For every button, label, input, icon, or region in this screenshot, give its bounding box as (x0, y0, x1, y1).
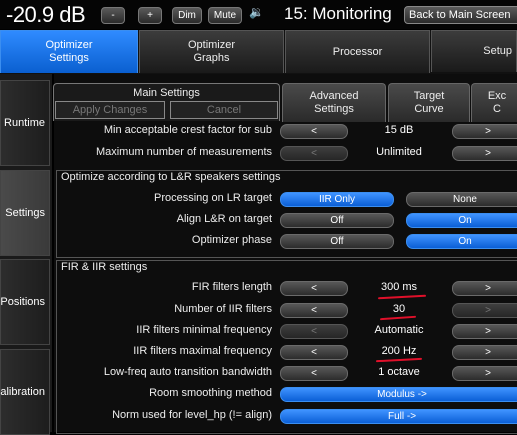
dim-button[interactable]: Dim (172, 7, 202, 24)
apply-changes-button[interactable]: Apply Changes (55, 101, 165, 119)
speaker-icon[interactable]: 🔉 (249, 5, 264, 19)
max-measurements-decrease-button[interactable]: < (280, 146, 348, 161)
max-measurements-value: Unlimited (376, 146, 422, 158)
tab-setup[interactable]: Setup (431, 30, 517, 72)
norm-level-label: Norm used for level_hp (!= align) (112, 409, 272, 421)
iir-count-decrease-button[interactable]: < (280, 303, 348, 318)
iir-max-freq-increase-button[interactable]: > (452, 345, 517, 360)
processing-iir-only-option[interactable]: IIR Only (280, 192, 394, 207)
transition-bandwidth-increase-button[interactable]: > (452, 366, 517, 381)
tab-optimizer-graphs[interactable]: Optimizer Graphs (139, 30, 284, 73)
subtab-excursion[interactable]: Exc C (471, 83, 517, 122)
fir-length-increase-button[interactable]: > (452, 281, 517, 296)
subtab-advanced-settings[interactable]: Advanced Settings (282, 83, 386, 122)
mute-button[interactable]: Mute (208, 7, 242, 24)
align-lr-label: Align L&R on target (176, 213, 272, 225)
optimizer-phase-off-option[interactable]: Off (280, 234, 394, 249)
fir-length-value: 300 ms (380, 281, 418, 293)
sidebar-item-calibration[interactable]: Calibration (0, 349, 50, 435)
room-smoothing-select[interactable]: Modulus -> (280, 387, 517, 402)
processing-none-option[interactable]: None (406, 192, 517, 207)
iir-count-value: 30 (392, 303, 406, 315)
tab-processor[interactable]: Processor (285, 30, 430, 73)
crest-factor-label: Min acceptable crest factor for sub (103, 124, 272, 136)
transition-bandwidth-label: Low-freq auto transition bandwidth (103, 366, 272, 378)
iir-max-freq-value: 200 Hz (381, 345, 417, 357)
fir-length-label: FIR filters length (191, 281, 272, 293)
align-lr-off-option[interactable]: Off (280, 213, 394, 228)
subtab-target-curve[interactable]: Target Curve (388, 83, 470, 122)
crest-factor-increase-button[interactable]: > (452, 124, 517, 139)
sidebar-item-positions[interactable]: Positions (0, 259, 50, 345)
room-smoothing-label: Room smoothing method (149, 387, 272, 399)
iir-max-freq-label: IIR filters maximal frequency (133, 345, 272, 357)
iir-min-freq-increase-button[interactable]: > (452, 324, 517, 339)
sidebar-item-runtime[interactable]: Runtime (0, 80, 50, 166)
align-lr-on-option[interactable]: On (406, 213, 517, 228)
volume-up-button[interactable]: + (138, 7, 162, 24)
volume-down-button[interactable]: - (101, 7, 125, 24)
sidebar-item-settings[interactable]: Settings (0, 170, 50, 256)
tab-optimizer-settings[interactable]: Optimizer Settings (0, 30, 138, 73)
volume-readout: -20.9 dB (6, 2, 86, 27)
norm-level-select[interactable]: Full -> (280, 409, 517, 424)
crest-factor-value: 15 dB (384, 124, 414, 136)
iir-min-freq-decrease-button[interactable]: < (280, 324, 348, 339)
iir-max-freq-decrease-button[interactable]: < (280, 345, 348, 360)
crest-factor-decrease-button[interactable]: < (280, 124, 348, 139)
transition-bandwidth-decrease-button[interactable]: < (280, 366, 348, 381)
max-measurements-increase-button[interactable]: > (452, 146, 517, 161)
cancel-button[interactable]: Cancel (170, 101, 278, 119)
page-title: 15: Monitoring (284, 4, 392, 23)
fir-iir-section-title: FIR & IIR settings (61, 261, 148, 273)
iir-count-increase-button[interactable]: > (452, 303, 517, 318)
transition-bandwidth-value: 1 octave (378, 366, 420, 378)
fir-length-decrease-button[interactable]: < (280, 281, 348, 296)
max-measurements-label: Maximum number of measurements (95, 146, 272, 158)
optimizer-phase-label: Optimizer phase (191, 234, 272, 246)
processing-lr-label: Processing on LR target (153, 192, 272, 204)
iir-min-freq-label: IIR filters minimal frequency (136, 324, 272, 336)
iir-count-label: Number of IIR filters (174, 303, 272, 315)
lr-section-title: Optimize according to L&R speakers setti… (61, 171, 281, 183)
optimizer-phase-on-option[interactable]: On (406, 234, 517, 249)
iir-min-freq-value: Automatic (374, 324, 424, 336)
back-to-main-button[interactable]: Back to Main Screen (404, 6, 517, 24)
